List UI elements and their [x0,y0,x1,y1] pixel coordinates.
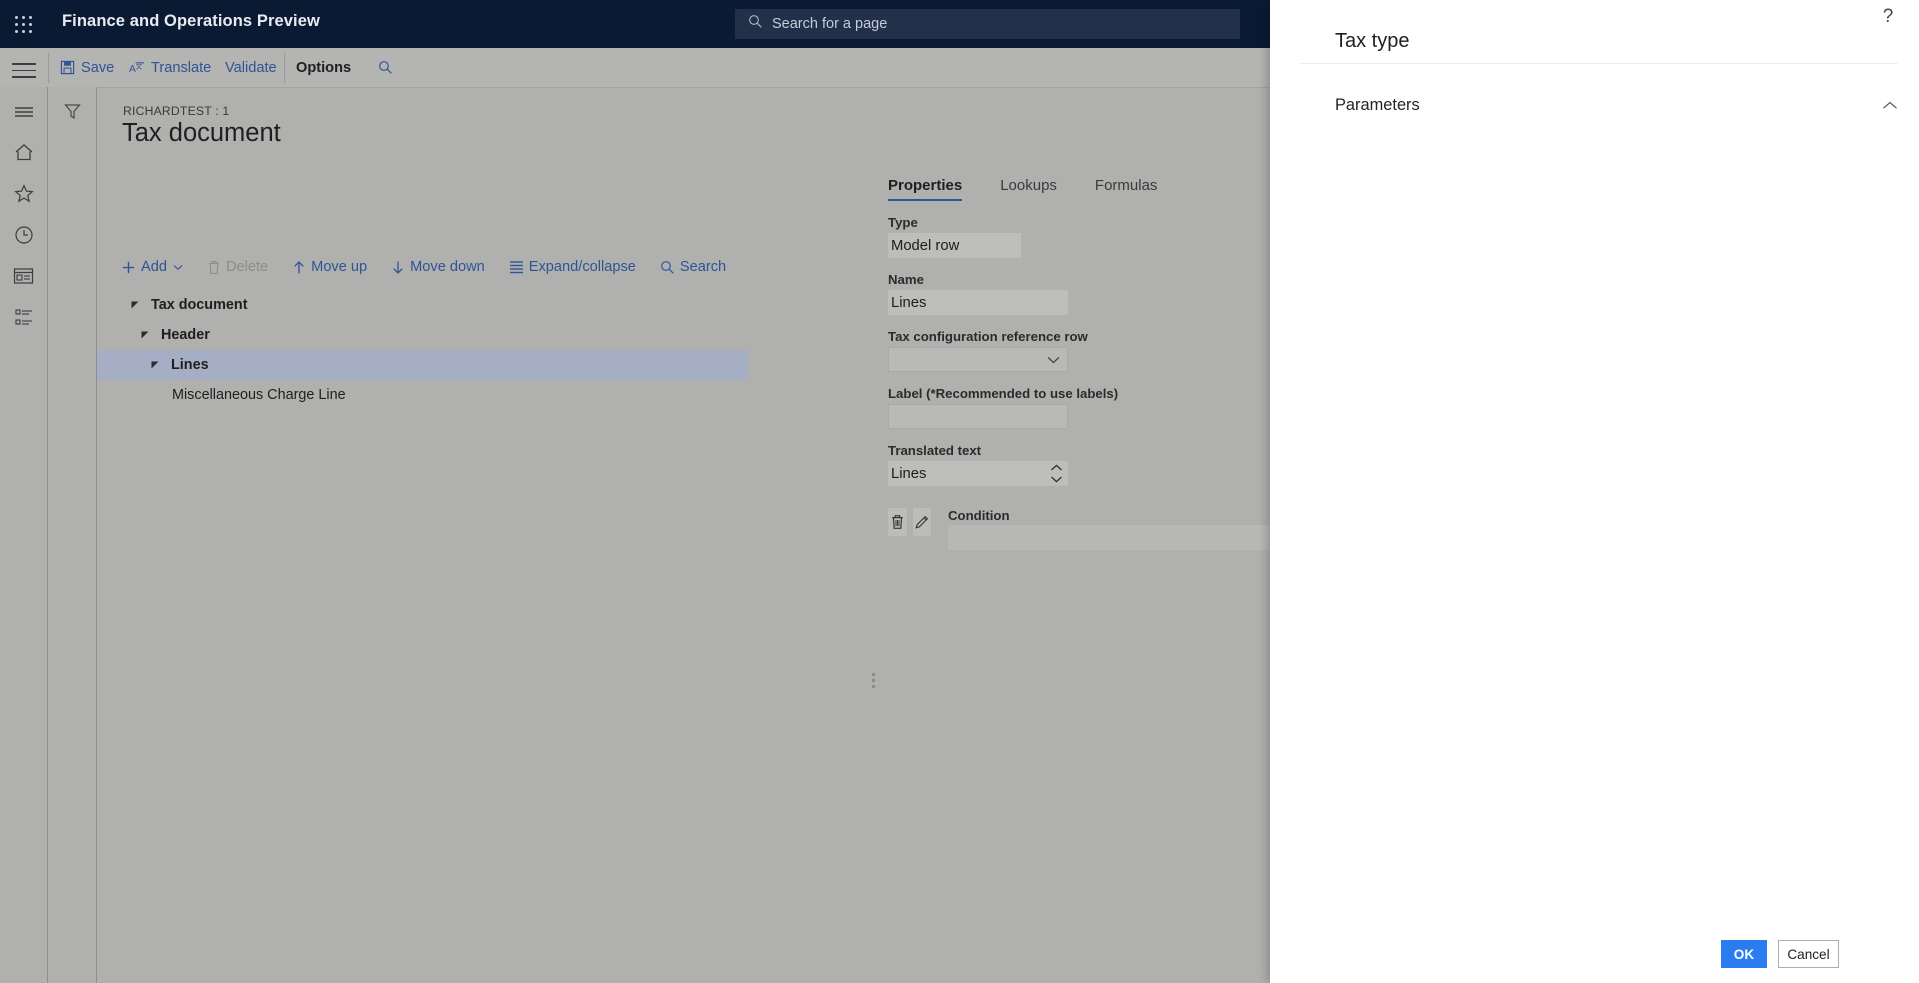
tax-document-tree: Tax document Header Lines Miscellaneous … [97,290,748,410]
arrow-up-icon [292,260,306,275]
validate-label: Validate [225,59,277,76]
tree-expanded-arrow-icon[interactable] [131,301,143,310]
tree-node-miscellaneous-charge-line[interactable]: Miscellaneous Charge Line [97,380,748,410]
divider [284,53,285,83]
home-icon[interactable] [0,132,47,173]
move-down-label: Move down [410,259,485,275]
tree-toolbar: Add Delete Move up Move down Expand/coll… [121,253,750,281]
tree-search-button[interactable]: Search [660,259,726,275]
add-label: Add [141,259,167,275]
chevron-up-icon[interactable] [1882,97,1898,115]
action-pane-search-button[interactable] [378,48,399,87]
modules-list-icon[interactable] [0,296,47,337]
expand-collapse-button[interactable]: Expand/collapse [509,259,636,275]
tab-label: Lookups [1000,177,1057,194]
trash-icon [207,260,221,275]
pencil-edit-icon [915,515,928,529]
tree-node-label: Header [161,327,210,343]
tab-formulas[interactable]: Formulas [1095,177,1158,201]
divider [1300,63,1898,64]
waffle-grid-icon[interactable] [11,12,37,38]
options-label: Options [296,59,352,76]
tree-node-tax-document[interactable]: Tax document [97,290,748,320]
move-up-button[interactable]: Move up [292,259,367,275]
save-icon [60,60,75,75]
field-name-input[interactable]: Lines [888,290,1068,315]
save-button[interactable]: Save [60,48,114,87]
chevron-down-icon [1047,352,1060,368]
tree-expanded-arrow-icon[interactable] [141,331,153,340]
delete-button: Delete [207,259,268,275]
translate-icon: A文 [129,60,145,75]
chevron-down-icon [173,259,183,275]
field-label-input[interactable] [888,404,1068,429]
search-icon [748,14,763,34]
translate-button[interactable]: A文 Translate [129,48,211,87]
tree-node-label: Tax document [151,297,248,313]
condition-delete-button[interactable] [888,508,907,536]
tree-node-label: Miscellaneous Charge Line [172,387,346,403]
page-title: Tax document [122,119,281,147]
hamburger-menu-icon[interactable] [10,58,38,78]
tree-node-lines[interactable]: Lines [97,350,748,380]
filter-funnel-icon[interactable] [48,87,96,135]
divider [48,53,49,83]
delete-label: Delete [225,259,269,275]
expand-collapse-label: Expand/collapse [528,259,636,275]
global-search-placeholder: Search for a page [772,16,888,32]
cancel-button[interactable]: Cancel [1778,940,1839,968]
parameters-section-header[interactable]: Parameters [1335,96,1898,115]
list-lines-icon [509,260,524,274]
tree-expanded-arrow-icon[interactable] [151,361,163,370]
tab-label: Formulas [1094,177,1158,194]
ok-button[interactable]: OK [1721,940,1767,968]
navigation-rail [0,87,48,983]
tax-type-dialog: ? Tax type Parameters Name GST Descripti… [1270,0,1919,983]
tree-node-header[interactable]: Header [97,320,748,350]
global-search-box[interactable]: Search for a page [735,9,1240,39]
app-title: Finance and Operations Preview [62,12,320,30]
filter-rail [48,87,97,983]
breadcrumb: RICHARDTEST : 1 [123,104,230,118]
hamburger-menu-icon[interactable] [0,91,47,132]
dialog-footer: OK Cancel [1270,925,1919,983]
search-icon [660,260,675,275]
tree-search-label: Search [679,259,727,275]
save-label: Save [81,59,115,76]
search-icon [378,60,393,75]
validate-button[interactable]: Validate [225,48,277,87]
parameters-section-title: Parameters [1335,96,1420,114]
recent-clock-icon[interactable] [0,214,47,255]
field-tax-config-select[interactable] [888,347,1068,372]
arrow-down-icon [391,260,405,275]
options-button[interactable]: Options [296,48,351,87]
dialog-title: Tax type [1335,30,1410,52]
workspaces-icon[interactable] [0,255,47,296]
trash-icon [891,515,903,529]
panel-splitter-handle[interactable] [872,670,878,691]
tab-label: Properties [888,177,963,194]
tab-lookups[interactable]: Lookups [1000,177,1057,201]
field-translated-value: Lines [891,465,927,482]
tree-node-label: Lines [171,357,209,373]
spinner-arrows-icon[interactable] [1050,464,1063,483]
plus-icon [121,260,136,275]
condition-edit-button[interactable] [912,508,931,536]
favorites-star-icon[interactable] [0,173,47,214]
field-type-value: Model row [888,233,1021,258]
add-button[interactable]: Add [121,259,183,275]
help-question-icon[interactable]: ? [1877,6,1899,28]
field-translated-input[interactable]: Lines [888,461,1068,486]
move-up-label: Move up [311,259,368,275]
translate-label: Translate [151,59,212,76]
tab-properties[interactable]: Properties [888,177,963,201]
move-down-button[interactable]: Move down [391,259,485,275]
